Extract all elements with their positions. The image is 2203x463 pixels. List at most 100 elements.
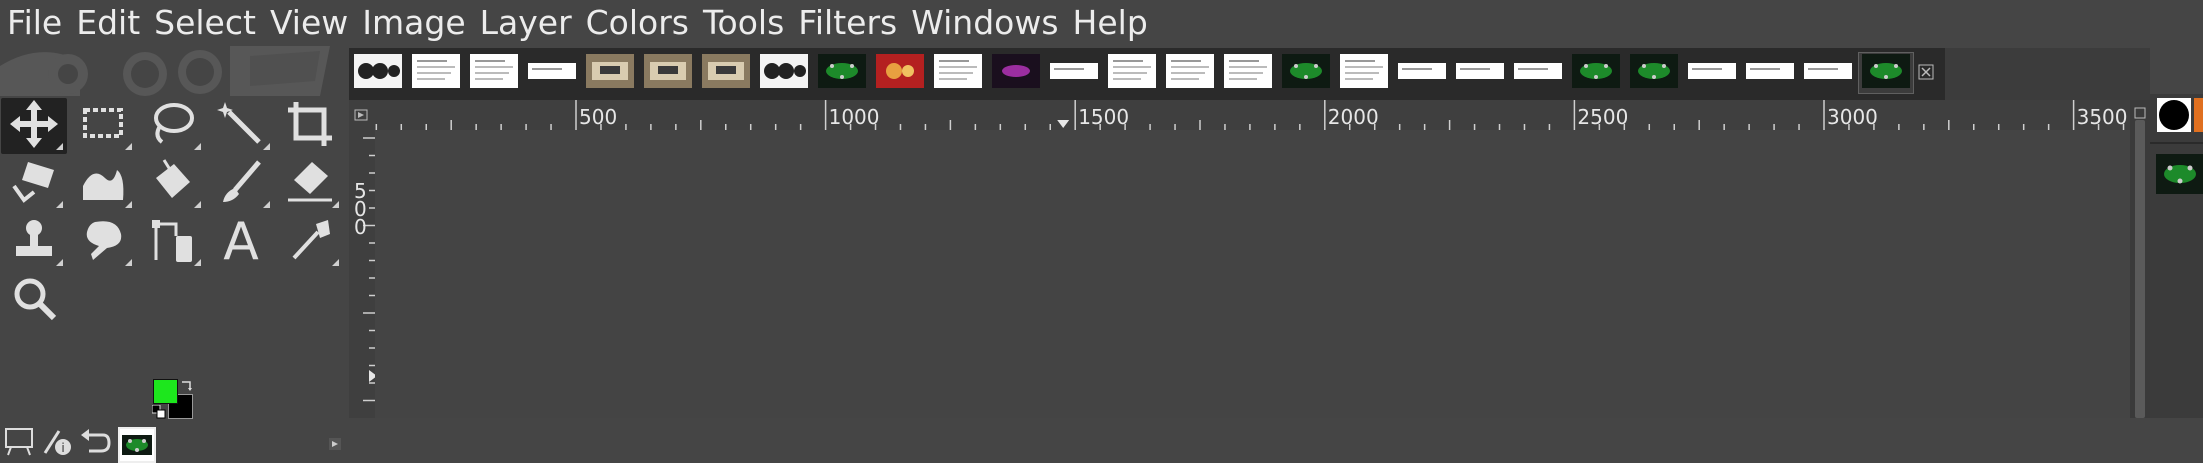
menu-tools[interactable]: Tools <box>696 0 791 46</box>
rect-select-icon <box>77 98 129 154</box>
menubar: File Edit Select View Image Layer Colors… <box>0 0 2203 46</box>
smudge-icon <box>77 214 129 270</box>
warp-icon <box>77 156 129 212</box>
paths-tool[interactable] <box>139 214 205 270</box>
warp-transform-tool[interactable] <box>70 156 136 212</box>
horizontal-ruler[interactable]: 500 1000 1500 2000 2500 3000 3500 <box>375 100 2130 130</box>
zoom-tool[interactable] <box>1 272 67 328</box>
menu-colors[interactable]: Colors <box>579 0 696 46</box>
scrollbar-thumb[interactable] <box>2135 120 2145 418</box>
toolbox-config-icon[interactable] <box>329 435 341 450</box>
menu-windows[interactable]: Windows <box>904 0 1065 46</box>
image-tab[interactable] <box>640 52 696 94</box>
swap-colors-icon[interactable] <box>180 377 194 391</box>
image-tab[interactable] <box>814 52 870 94</box>
image-thumbnail <box>1514 54 1562 92</box>
menu-select[interactable]: Select <box>147 0 263 46</box>
menu-help[interactable]: Help <box>1066 0 1155 46</box>
image-tab[interactable] <box>1452 52 1508 94</box>
rect-select-tool[interactable] <box>70 98 136 154</box>
navigate-icon[interactable] <box>2134 104 2146 119</box>
vertical-scrollbar[interactable] <box>2130 100 2150 418</box>
image-thumbnail <box>1224 54 1272 92</box>
image-tab[interactable] <box>466 52 522 94</box>
text-tool[interactable]: A <box>208 212 274 272</box>
device-status-button[interactable] <box>2 426 36 460</box>
image-thumbnail <box>1282 54 1330 92</box>
ruler-corner-button[interactable] <box>349 100 375 130</box>
v-ruler-label: 0 <box>354 215 367 239</box>
image-thumbnail <box>934 54 982 92</box>
image-tab[interactable] <box>1800 52 1856 94</box>
images-dock-thumbnail[interactable] <box>118 427 156 463</box>
image-tab[interactable] <box>1626 52 1682 94</box>
image-tab[interactable] <box>1336 52 1392 94</box>
image-tab[interactable] <box>1162 52 1218 94</box>
image-tab[interactable] <box>582 52 638 94</box>
pattern-preview-icon[interactable] <box>2194 98 2203 132</box>
color-picker-tool[interactable] <box>277 214 343 270</box>
fuzzy-select-tool[interactable] <box>208 98 274 154</box>
reset-colors-icon[interactable] <box>151 404 166 419</box>
image-tab[interactable] <box>1742 52 1798 94</box>
paintbrush-tool[interactable] <box>208 156 274 212</box>
menu-edit[interactable]: Edit <box>69 0 147 46</box>
image-tab[interactable] <box>1104 52 1160 94</box>
easel-icon <box>3 425 35 461</box>
eyedropper-icon <box>284 214 336 270</box>
vertical-ruler[interactable]: 5 0 0 <box>349 130 375 418</box>
image-tab[interactable] <box>1568 52 1624 94</box>
undo-history-button[interactable] <box>78 426 112 460</box>
image-thumbnail <box>992 54 1040 92</box>
h-ruler-label: 3500 <box>2076 105 2128 129</box>
close-tabs-icon[interactable] <box>1918 64 1934 80</box>
image-tab[interactable] <box>1510 52 1566 94</box>
image-tab[interactable] <box>408 52 464 94</box>
crop-icon <box>284 98 336 154</box>
smudge-tool[interactable] <box>70 214 136 270</box>
image-tab[interactable] <box>350 52 406 94</box>
paintbrush-icon <box>215 156 267 212</box>
image-tab[interactable] <box>1858 52 1914 94</box>
image-tab[interactable] <box>1220 52 1276 94</box>
image-tab[interactable] <box>1394 52 1450 94</box>
h-ruler-label: 500 <box>579 105 618 129</box>
image-tab[interactable] <box>524 52 580 94</box>
image-thumbnail <box>528 54 576 92</box>
image-thumbnail <box>1398 54 1446 92</box>
image-thumbnail <box>1050 54 1098 92</box>
image-thumbnail <box>412 54 460 92</box>
image-tab[interactable] <box>988 52 1044 94</box>
crop-tool[interactable] <box>277 98 343 154</box>
image-tab[interactable] <box>698 52 754 94</box>
image-tab[interactable] <box>930 52 986 94</box>
menu-view[interactable]: View <box>263 0 355 46</box>
image-thumbnail <box>1804 54 1852 92</box>
menu-image[interactable]: Image <box>355 0 472 46</box>
move-tool[interactable] <box>1 98 67 154</box>
unified-transform-tool[interactable] <box>1 156 67 212</box>
image-thumbnail <box>586 54 634 92</box>
eraser-tool[interactable] <box>277 156 343 212</box>
tool-options-button[interactable]: i <box>40 426 74 460</box>
brush-preview-icon[interactable] <box>2157 98 2191 132</box>
menu-layer[interactable]: Layer <box>473 0 579 46</box>
clone-tool[interactable] <box>1 214 67 270</box>
layer-thumbnail[interactable] <box>2156 154 2203 194</box>
image-tab[interactable] <box>756 52 812 94</box>
image-tab[interactable] <box>1046 52 1102 94</box>
image-tab[interactable] <box>1278 52 1334 94</box>
image-tabs-strip <box>349 48 1945 100</box>
image-thumbnail <box>1572 54 1620 92</box>
stamp-icon <box>8 214 60 270</box>
canvas-area[interactable] <box>375 130 2130 418</box>
free-select-tool[interactable] <box>139 98 205 154</box>
image-tab[interactable] <box>1684 52 1740 94</box>
foreground-color-swatch[interactable] <box>153 379 178 404</box>
menu-filters[interactable]: Filters <box>791 0 904 46</box>
bucket-fill-tool[interactable] <box>139 156 205 212</box>
magnifier-icon <box>8 272 60 328</box>
image-tab[interactable] <box>872 52 928 94</box>
menu-file[interactable]: File <box>0 0 69 46</box>
text-icon: A <box>223 212 259 272</box>
